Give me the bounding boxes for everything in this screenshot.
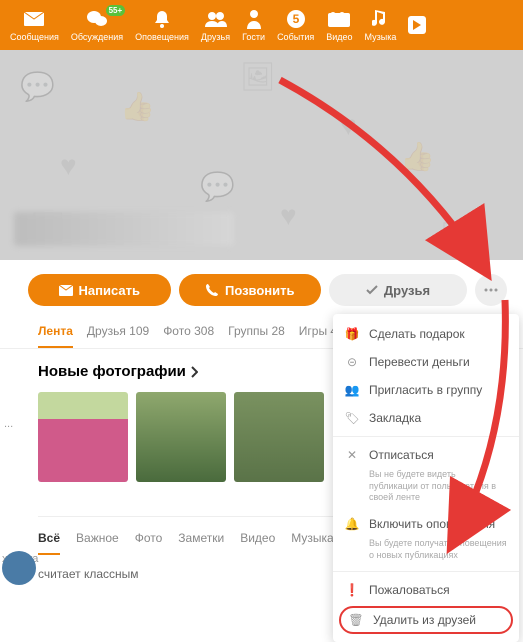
tab-groups[interactable]: Группы 28 [228, 316, 285, 348]
side-ellipsis: ... [0, 418, 13, 430]
nav-video[interactable]: Видео [320, 8, 358, 42]
dd-report[interactable]: ❗Пожаловаться [333, 576, 519, 604]
unsubscribe-icon: ✕ [345, 448, 359, 462]
photo-thumbnail[interactable] [38, 392, 128, 482]
nav-music[interactable]: Музыка [359, 8, 403, 42]
feed-tab-all[interactable]: Всё [38, 531, 60, 555]
dd-notifications[interactable]: 🔔Включить оповещения [333, 510, 519, 538]
action-bar: Написать Позвонить Друзья [0, 260, 523, 316]
cover-area: 💬👍🖼♥♥💬👍🖼♥🖼 [0, 50, 523, 260]
dd-notifications-sub: Вы будете получать оповещения о новых пу… [333, 538, 519, 567]
tab-friends[interactable]: Друзья 109 [87, 316, 149, 348]
separator [333, 571, 519, 572]
nav-discussions[interactable]: 55+Обсуждения [65, 8, 129, 42]
profile-name-blurred [14, 212, 234, 246]
video-icon [328, 8, 350, 30]
chevron-right-icon [190, 366, 198, 378]
dd-unsubscribe[interactable]: ✕Отписаться [333, 441, 519, 469]
nav-notifications[interactable]: Оповещения [129, 8, 195, 42]
alert-icon: ❗ [345, 583, 359, 597]
top-nav: Сообщения 55+Обсуждения Оповещения Друзь… [0, 0, 523, 50]
phone-icon [205, 283, 219, 297]
feed-tab-notes[interactable]: Заметки [178, 531, 224, 555]
trash-icon: 🗑 [349, 613, 363, 627]
avatar[interactable] [2, 551, 36, 585]
tab-feed[interactable]: Лента [38, 316, 73, 348]
chat-icon [86, 8, 108, 30]
photo-thumbnail[interactable] [234, 392, 324, 482]
call-button[interactable]: Позвонить [179, 274, 322, 306]
feed-tab-important[interactable]: Важное [76, 531, 119, 555]
bell-icon: 🔔 [345, 517, 359, 531]
bell-icon [151, 8, 173, 30]
music-icon [369, 8, 391, 30]
dots-icon [484, 288, 498, 292]
money-icon: ⊝ [345, 355, 359, 369]
badge: 55+ [106, 5, 126, 16]
tab-photos[interactable]: Фото 308 [163, 316, 214, 348]
check-icon [366, 285, 378, 295]
feed-tab-video[interactable]: Видео [240, 531, 275, 555]
bookmark-icon: 🏷 [345, 411, 359, 425]
nav-friends[interactable]: Друзья [195, 8, 236, 42]
nav-guests[interactable]: Гости [236, 8, 271, 42]
dd-bookmark[interactable]: 🏷Закладка [333, 404, 519, 432]
envelope-icon [59, 285, 73, 296]
photo-thumbnail[interactable] [136, 392, 226, 482]
friends-icon [205, 8, 227, 30]
dd-gift[interactable]: 🎁Сделать подарок [333, 320, 519, 348]
nav-messages[interactable]: Сообщения [4, 8, 65, 42]
separator [333, 436, 519, 437]
dd-remove-friend[interactable]: 🗑Удалить из друзей [339, 606, 513, 634]
dd-money[interactable]: ⊝Перевести деньги [333, 348, 519, 376]
envelope-icon [23, 8, 45, 30]
dd-invite-group[interactable]: 👥Пригласить в группу [333, 376, 519, 404]
dd-unsubscribe-sub: Вы не будете видеть публикации от пользо… [333, 469, 519, 510]
nav-events[interactable]: 5События [271, 8, 320, 42]
friends-button[interactable]: Друзья [329, 274, 467, 306]
play-button[interactable] [408, 16, 426, 34]
gift-icon: 🎁 [345, 327, 359, 341]
svg-text:5: 5 [292, 12, 299, 26]
feed-tab-music[interactable]: Музыка [291, 531, 333, 555]
more-dropdown: 🎁Сделать подарок ⊝Перевести деньги 👥Приг… [333, 314, 519, 642]
write-button[interactable]: Написать [28, 274, 171, 306]
more-button[interactable] [475, 274, 507, 306]
events-icon: 5 [285, 8, 307, 30]
feed-tab-photo[interactable]: Фото [135, 531, 163, 555]
group-icon: 👥 [345, 383, 359, 397]
guest-icon [243, 8, 265, 30]
